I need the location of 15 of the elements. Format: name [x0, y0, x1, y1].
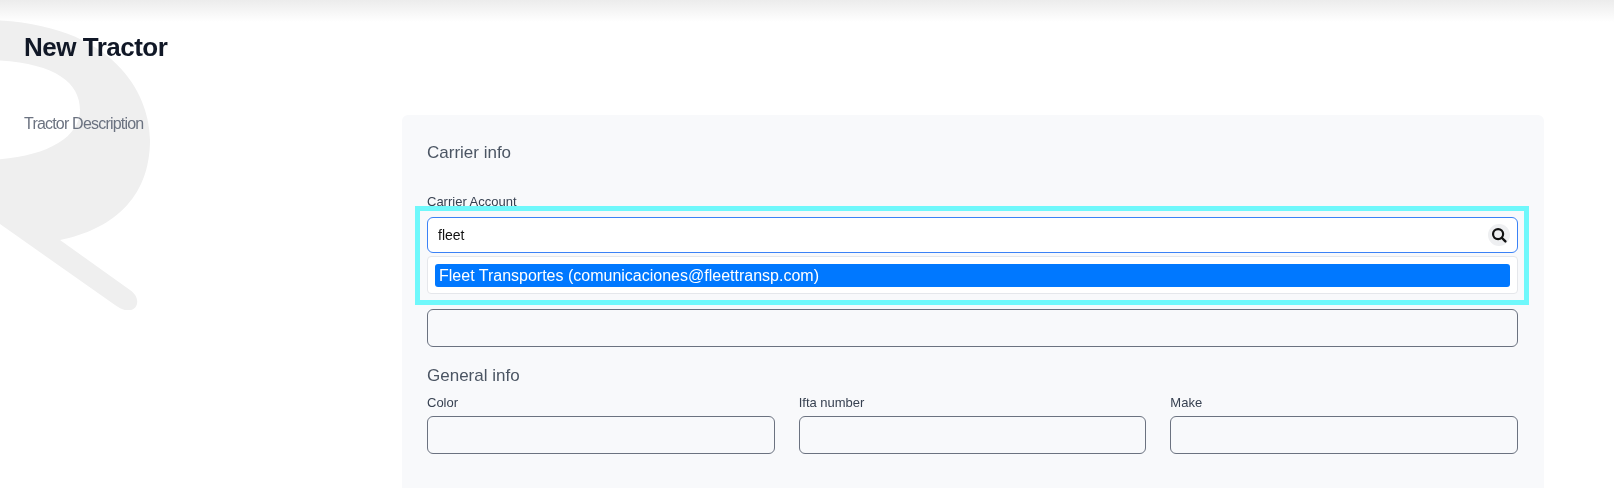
- input-field[interactable]: [427, 309, 1518, 347]
- input-field[interactable]: [1170, 416, 1518, 454]
- section-heading: Carrier info: [427, 143, 513, 163]
- field-label: Carrier Account: [427, 194, 518, 210]
- field-label: Color: [427, 395, 460, 410]
- section-heading: General info: [427, 366, 521, 386]
- input-field[interactable]: [798, 416, 1147, 454]
- suggestion-item[interactable]: Fleet Transportes (comunicaciones@fleettransp.com): [435, 264, 1510, 287]
- page-title: New Tractor: [24, 31, 168, 63]
- field-label: Ifta number: [798, 395, 866, 410]
- input-field[interactable]: [427, 416, 775, 454]
- field-label: Make: [1170, 395, 1204, 410]
- search-icon[interactable]: [1488, 224, 1510, 246]
- section-description: Tractor Description: [24, 115, 144, 133]
- search-field[interactable]: fleet: [427, 217, 1518, 253]
